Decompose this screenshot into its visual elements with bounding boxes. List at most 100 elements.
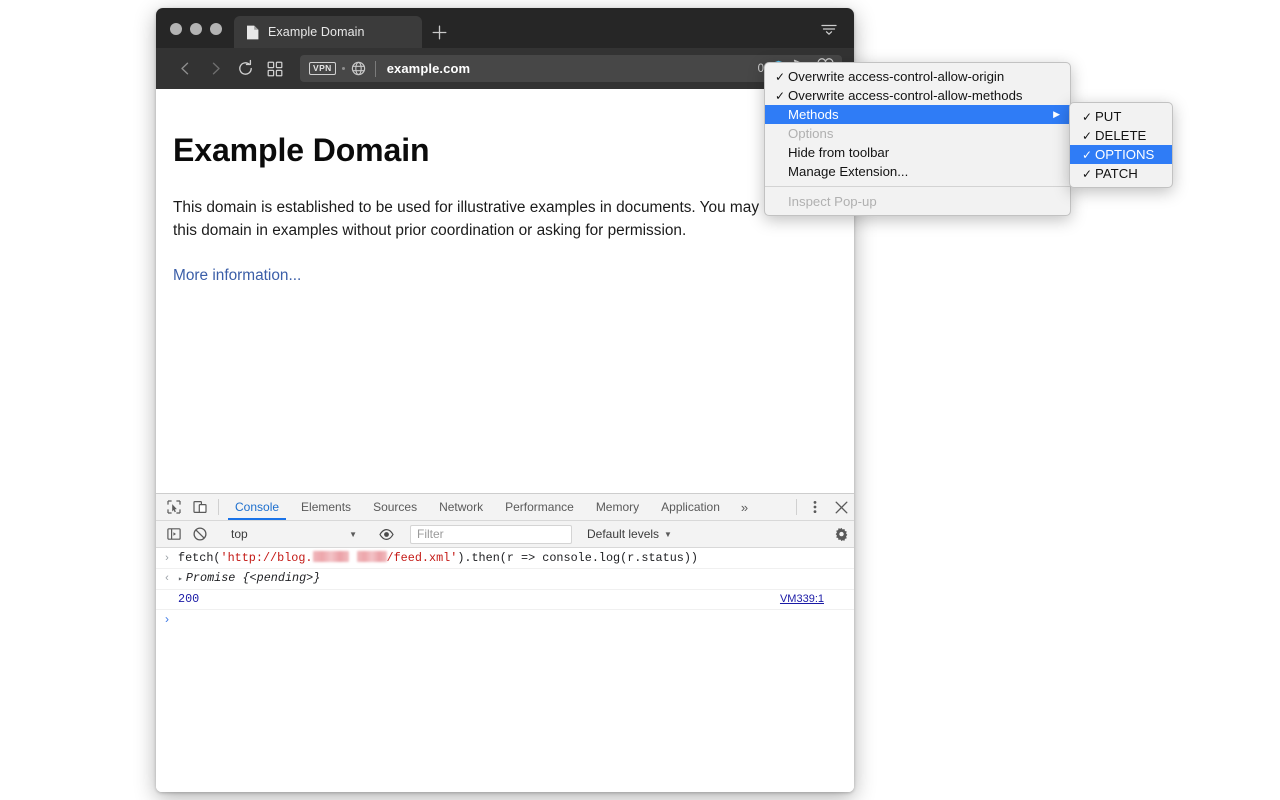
submenu-item-label: PUT: [1095, 109, 1162, 124]
separator-dot: [342, 67, 345, 70]
navigation-toolbar: VPN example.com 0: [156, 48, 854, 89]
maximize-window-button[interactable]: [210, 23, 222, 35]
execution-context-select[interactable]: top ▼: [224, 525, 362, 544]
check-icon: ✓: [1082, 149, 1095, 161]
menu-item-label: Inspect Pop-up: [788, 194, 1060, 209]
check-icon: ✓: [1082, 130, 1095, 142]
filter-input[interactable]: [410, 525, 572, 544]
console-promise-text: ▸Promise {<pending>}: [178, 571, 846, 587]
browser-tab[interactable]: Example Domain: [234, 16, 422, 48]
menu-item-options: Options: [765, 124, 1070, 143]
submenu-item-delete[interactable]: ✓ DELETE: [1070, 126, 1172, 145]
clear-console-icon[interactable]: [187, 527, 213, 541]
cmd-quote-open: 'http://blog.: [220, 551, 312, 565]
tab-label: Memory: [596, 500, 639, 514]
menu-item-methods[interactable]: Methods ▶: [765, 105, 1070, 124]
menu-item-hide-from-toolbar[interactable]: Hide from toolbar: [765, 143, 1070, 162]
tab-label: Network: [439, 500, 483, 514]
tab-strip: Example Domain: [156, 8, 854, 48]
close-window-button[interactable]: [170, 23, 182, 35]
tab-sources[interactable]: Sources: [362, 494, 428, 520]
tab-console[interactable]: Console: [224, 494, 290, 520]
menu-item-label: Manage Extension...: [788, 164, 1060, 179]
tab-network[interactable]: Network: [428, 494, 494, 520]
submenu-item-label: DELETE: [1095, 128, 1162, 143]
submenu-item-patch[interactable]: ✓ PATCH: [1070, 164, 1172, 183]
tab-elements[interactable]: Elements: [290, 494, 362, 520]
tab-label: Elements: [301, 500, 351, 514]
new-tab-button[interactable]: [422, 16, 456, 48]
menu-separator: [765, 186, 1070, 187]
hamburger-icon[interactable]: [814, 16, 844, 42]
prompt-gutter-icon: ›: [156, 612, 178, 627]
submenu-item-options[interactable]: ✓ OPTIONS: [1070, 145, 1172, 164]
submenu-item-label: PATCH: [1095, 166, 1162, 181]
input-gutter-icon: ›: [156, 551, 178, 566]
check-icon: ✓: [775, 71, 788, 83]
chevron-down-icon: ▼: [664, 530, 672, 539]
menu-item-overwrite-methods[interactable]: ✓ Overwrite access-control-allow-methods: [765, 86, 1070, 105]
device-toolbar-icon[interactable]: [187, 494, 213, 520]
address-bar[interactable]: VPN example.com 0: [300, 55, 842, 82]
devtools-panel: Console Elements Sources Network Perform…: [156, 493, 854, 792]
menu-item-label: Overwrite access-control-allow-methods: [788, 88, 1060, 103]
more-tabs-button[interactable]: »: [731, 494, 758, 520]
console-sidebar-icon[interactable]: [161, 527, 187, 541]
menu-item-manage-extension[interactable]: Manage Extension...: [765, 162, 1070, 181]
menu-item-inspect-popup: Inspect Pop-up: [765, 192, 1070, 211]
devtools-tabbar: Console Elements Sources Network Perform…: [156, 494, 854, 521]
console-prompt-row[interactable]: ›: [156, 610, 854, 629]
globe-icon[interactable]: [351, 61, 366, 76]
execution-context-value: top: [231, 527, 248, 541]
inspect-element-icon[interactable]: [161, 494, 187, 520]
window-controls: [156, 23, 234, 48]
tabbar-spacer: [758, 494, 791, 520]
console-command-row[interactable]: › fetch('http://blog./feed.xml').then(r …: [156, 549, 854, 569]
expand-triangle-icon[interactable]: ▸: [178, 572, 183, 587]
console-output[interactable]: › fetch('http://blog./feed.xml').then(r …: [156, 549, 854, 792]
tab-memory[interactable]: Memory: [585, 494, 650, 520]
cmd-suffix: ).then(r => console.log(r.status)): [457, 551, 698, 565]
tab-label: Sources: [373, 500, 417, 514]
menu-item-label: Overwrite access-control-allow-origin: [788, 69, 1060, 84]
tab-application[interactable]: Application: [650, 494, 731, 520]
close-devtools-icon[interactable]: [828, 494, 854, 520]
redacted-text-block: [357, 551, 387, 562]
check-icon: ✓: [1082, 168, 1095, 180]
output-gutter-icon: ‹: [156, 571, 178, 586]
source-link[interactable]: VM339:1: [780, 593, 824, 605]
cmd-quote-close: /feed.xml': [387, 551, 458, 565]
page-icon: [246, 25, 259, 40]
menu-item-label: Hide from toolbar: [788, 145, 1060, 160]
console-promise-row[interactable]: ‹ ▸Promise {<pending>}: [156, 569, 854, 590]
page-paragraph: This domain is established to be used fo…: [173, 197, 798, 243]
minimize-window-button[interactable]: [190, 23, 202, 35]
back-arrow-icon[interactable]: [170, 55, 200, 83]
url-text[interactable]: example.com: [387, 61, 758, 76]
vpn-badge[interactable]: VPN: [309, 62, 336, 75]
submenu-item-put[interactable]: ✓ PUT: [1070, 107, 1172, 126]
console-command-text: fetch('http://blog./feed.xml').then(r =>…: [178, 551, 846, 566]
extension-context-menu: ✓ Overwrite access-control-allow-origin …: [764, 62, 1071, 216]
log-levels-select[interactable]: Default levels ▼: [587, 527, 672, 541]
console-result-row[interactable]: 200 VM339:1: [156, 590, 854, 610]
menu-item-overwrite-origin[interactable]: ✓ Overwrite access-control-allow-origin: [765, 67, 1070, 86]
speed-dial-icon[interactable]: [260, 55, 290, 83]
page-title: Example Domain: [173, 133, 854, 168]
submenu-arrow-icon: ▶: [1053, 109, 1060, 120]
promise-value: Promise {<pending>}: [186, 571, 321, 585]
url-divider: [375, 61, 376, 77]
menu-item-label: Methods: [788, 107, 1053, 122]
redacted-text-block: [313, 551, 349, 562]
submenu-item-label: OPTIONS: [1095, 147, 1162, 162]
live-expression-icon[interactable]: [373, 528, 399, 541]
tab-performance[interactable]: Performance: [494, 494, 585, 520]
forward-arrow-icon[interactable]: [200, 55, 230, 83]
settings-gear-icon[interactable]: [828, 527, 854, 542]
reload-icon[interactable]: [230, 55, 260, 83]
more-options-icon[interactable]: [802, 494, 828, 520]
toolbar-separator: [218, 499, 219, 515]
more-information-link[interactable]: More information...: [173, 267, 301, 285]
log-levels-value: Default levels: [587, 527, 659, 541]
browser-window: Example Domain: [156, 8, 854, 792]
